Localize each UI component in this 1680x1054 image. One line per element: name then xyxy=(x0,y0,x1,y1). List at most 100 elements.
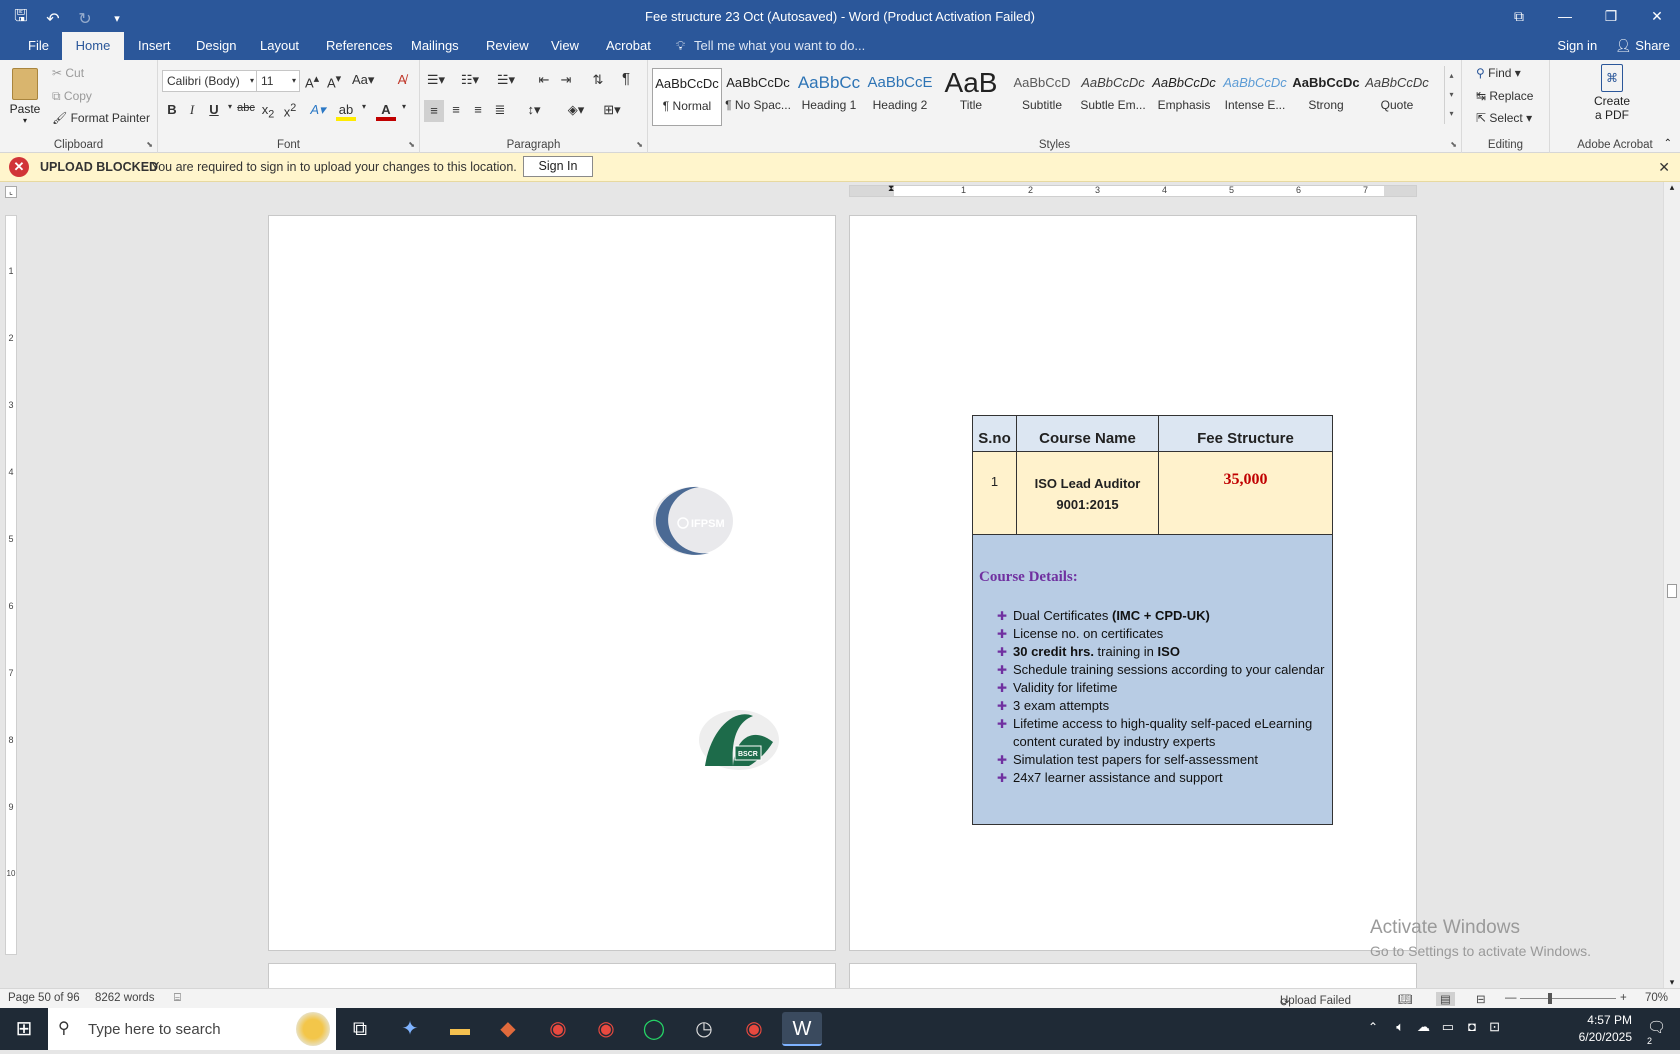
horizontal-ruler[interactable]: 1 2 3 4 5 6 7 ⧗ xyxy=(849,183,1417,197)
borders-icon[interactable]: ⊞▾ xyxy=(602,102,622,118)
clock-app-icon[interactable]: ◷ xyxy=(684,1012,724,1046)
tab-acrobat[interactable]: Acrobat xyxy=(596,32,661,60)
tab-layout[interactable]: Layout xyxy=(250,32,309,60)
scroll-down-icon[interactable]: ▾ xyxy=(1664,977,1680,988)
onedrive-icon[interactable]: ☁ xyxy=(1417,1019,1430,1035)
chevron-down-icon[interactable]: ▾ xyxy=(394,102,414,111)
zoom-level[interactable]: 70% xyxy=(1645,992,1668,1004)
dialog-launcher-icon[interactable]: ⬊ xyxy=(1450,140,1457,149)
ribbon-display-options-button[interactable]: ⧉ xyxy=(1496,0,1542,32)
tab-file[interactable]: File xyxy=(18,32,59,60)
whatsapp-icon[interactable]: ◯ xyxy=(634,1012,674,1046)
tab-mailings[interactable]: Mailings xyxy=(401,32,469,60)
align-right-icon[interactable]: ≡ xyxy=(468,102,488,117)
chrome-icon[interactable]: ◉ xyxy=(538,1012,578,1046)
gallery-scroll[interactable]: ▴ ▾ ▾ xyxy=(1444,66,1458,124)
pilcrow-icon[interactable]: ¶ xyxy=(616,70,636,87)
select-button[interactable]: ⇱ Select ▾ xyxy=(1476,111,1532,125)
create-pdf-button[interactable]: ⌘ Create a PDF xyxy=(1572,64,1652,122)
change-case-icon[interactable]: Aa▾ xyxy=(352,72,374,88)
taskbar-search[interactable]: ⚲ Type here to search xyxy=(48,1008,336,1050)
grow-font-icon[interactable]: A▴ xyxy=(302,72,322,90)
strikethrough-icon[interactable]: abc xyxy=(236,102,256,114)
multilevel-list-icon[interactable]: ☱▾ xyxy=(496,72,516,88)
chrome-icon[interactable]: ◉ xyxy=(586,1012,626,1046)
ifpsm-logo[interactable]: IFPSM xyxy=(651,485,735,557)
zoom-slider-thumb[interactable] xyxy=(1548,993,1552,1004)
tab-insert[interactable]: Insert xyxy=(128,32,181,60)
network-icon[interactable]: ⊡ xyxy=(1489,1019,1500,1035)
tab-design[interactable]: Design xyxy=(186,32,246,60)
chevron-up-icon[interactable]: ⌃ xyxy=(1368,1020,1378,1034)
justify-icon[interactable]: ≣ xyxy=(490,102,510,118)
vertical-scrollbar[interactable]: ▴ ▾ xyxy=(1663,182,1680,988)
restore-button[interactable]: ❐ xyxy=(1588,0,1634,32)
share-button[interactable]: 👤︎ Share xyxy=(1615,32,1670,60)
style-no-spac[interactable]: AaBbCcDc ¶ No Spac... xyxy=(723,68,793,126)
meet-icon[interactable]: ◘ xyxy=(1468,1019,1476,1034)
read-mode-icon[interactable]: 📖︎ xyxy=(1398,992,1413,1006)
font-size-box[interactable]: 11 ▾ xyxy=(256,70,300,92)
notification-icon[interactable]: 🗨︎2 xyxy=(1647,1018,1666,1054)
scrollbar-thumb[interactable] xyxy=(1667,584,1677,598)
vertical-ruler[interactable]: 1 2 3 4 5 6 7 8 9 10 xyxy=(5,215,17,955)
zoom-in-icon[interactable]: + xyxy=(1620,992,1627,1004)
subscript-icon[interactable]: x2 xyxy=(258,102,278,121)
dialog-launcher-icon[interactable]: ⬊ xyxy=(146,140,153,149)
style-quote[interactable]: AaBbCcDc Quote xyxy=(1362,68,1432,126)
increase-indent-icon[interactable]: ⇥ xyxy=(556,72,576,88)
cut-button[interactable]: ✂ Cut xyxy=(52,66,84,80)
style-normal[interactable]: AaBbCcDc ¶ Normal xyxy=(652,68,722,126)
chrome-icon[interactable]: ◉ xyxy=(734,1012,774,1046)
font-name-box[interactable]: Calibri (Body) ▾ xyxy=(162,70,258,92)
pinned-app-icon[interactable]: ◆ xyxy=(488,1012,528,1046)
bullets-icon[interactable]: ☰▾ xyxy=(426,72,446,88)
style-heading-1[interactable]: AaBbCc Heading 1 xyxy=(794,68,864,126)
tab-review[interactable]: Review xyxy=(476,32,539,60)
zoom-slider[interactable] xyxy=(1520,998,1616,999)
paste-button[interactable]: Paste ▾ xyxy=(8,64,42,130)
align-left-icon[interactable]: ≡ xyxy=(424,100,444,122)
word-icon[interactable]: W xyxy=(782,1012,822,1046)
style-emphasis[interactable]: AaBbCcDc Emphasis xyxy=(1149,68,1219,126)
close-icon[interactable]: ✕ xyxy=(1658,159,1670,176)
decrease-indent-icon[interactable]: ⇤ xyxy=(534,72,554,88)
line-spacing-icon[interactable]: ↕▾ xyxy=(524,102,544,118)
close-button[interactable]: ✕ xyxy=(1634,0,1680,32)
file-explorer-icon[interactable]: ▬ xyxy=(440,1012,480,1046)
sort-icon[interactable]: ⇅ xyxy=(588,72,608,88)
bold-icon[interactable]: B xyxy=(162,102,182,117)
sign-in-button[interactable]: Sign In xyxy=(523,156,593,177)
style-strong[interactable]: AaBbCcDc Strong xyxy=(1291,68,1361,126)
clear-formatting-icon[interactable]: A̸ xyxy=(392,72,412,87)
numbering-icon[interactable]: ☷▾ xyxy=(460,72,480,88)
style-title[interactable]: AaB Title xyxy=(936,68,1006,126)
style-subtle-em[interactable]: AaBbCcDc Subtle Em... xyxy=(1078,68,1148,126)
battery-icon[interactable]: ▭ xyxy=(1442,1019,1454,1035)
highlight-icon[interactable]: ab xyxy=(336,102,356,121)
style-heading-2[interactable]: AaBbCcE Heading 2 xyxy=(865,68,935,126)
web-layout-icon[interactable]: ⊟ xyxy=(1476,992,1486,1006)
sign-in-link[interactable]: Sign in xyxy=(1557,32,1597,60)
chevron-down-icon[interactable]: ▾ xyxy=(354,102,374,111)
superscript-icon[interactable]: x2 xyxy=(280,102,300,119)
indent-marker-icon[interactable]: ⧗ xyxy=(888,183,894,194)
collapse-ribbon-icon[interactable]: ⌃ xyxy=(1664,138,1672,149)
volume-icon[interactable]: 🔈︎ xyxy=(1396,1019,1404,1035)
taskbar-clock[interactable]: 4:57 PM 6/20/2025 xyxy=(1579,1012,1632,1046)
style-intense-e[interactable]: AaBbCcDc Intense E... xyxy=(1220,68,1290,126)
shading-icon[interactable]: ◈▾ xyxy=(566,102,586,118)
find-button[interactable]: ⚲ Find ▾ xyxy=(1476,66,1521,80)
italic-icon[interactable]: I xyxy=(182,102,202,118)
minimize-button[interactable]: — xyxy=(1542,0,1588,32)
tab-home[interactable]: Home xyxy=(62,32,124,60)
word-count[interactable]: 8262 words xyxy=(95,992,154,1004)
tell-me-box[interactable]: Tell me what you want to do... xyxy=(694,32,865,60)
page-indicator[interactable]: Page 50 of 96 xyxy=(8,992,80,1004)
text-effects-icon[interactable]: A▾ xyxy=(308,102,328,118)
page-left[interactable] xyxy=(268,215,836,951)
style-subtitle[interactable]: AaBbCcD Subtitle xyxy=(1007,68,1077,126)
windows-start-icon[interactable]: ⊞ xyxy=(0,1008,48,1050)
scroll-up-icon[interactable]: ▴ xyxy=(1664,182,1680,193)
fee-table[interactable]: S.no Course Name Fee Structure 1 ISO Lea… xyxy=(972,415,1333,825)
